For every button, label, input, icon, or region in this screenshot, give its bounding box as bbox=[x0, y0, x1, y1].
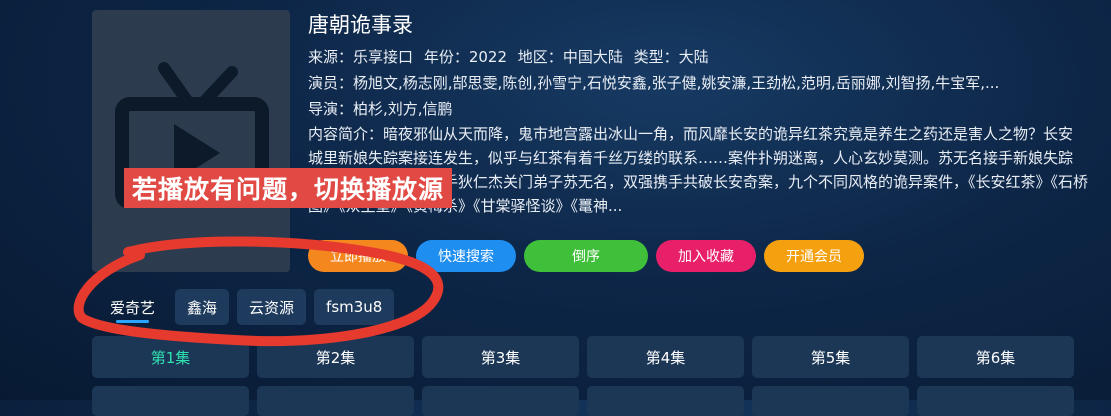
actors-row: 演员：杨旭文,杨志刚,郜思雯,陈创,孙雪宁,石悦安鑫,张子健,姚安濂,王劲松,范… bbox=[308, 70, 1088, 96]
year-label: 年份： bbox=[423, 48, 469, 66]
episode-6[interactable]: 第6集 bbox=[917, 336, 1074, 378]
source-tab-xinhai[interactable]: 鑫海 bbox=[175, 289, 230, 325]
add-favorite-button[interactable]: 加入收藏 bbox=[656, 240, 756, 272]
actors-label: 演员： bbox=[308, 74, 354, 92]
episode-row2-cell[interactable] bbox=[587, 386, 744, 416]
source-tab-fsm3u8[interactable]: fsm3u8 bbox=[314, 289, 395, 325]
poster-placeholder bbox=[92, 10, 290, 272]
type-value: 大陆 bbox=[678, 48, 709, 66]
play-button[interactable]: 立即播放 bbox=[308, 240, 408, 272]
source-tab-yunziyuan[interactable]: 云资源 bbox=[237, 289, 307, 325]
episode-3[interactable]: 第3集 bbox=[422, 336, 579, 378]
episode-row2-cell[interactable] bbox=[257, 386, 414, 416]
quick-search-button[interactable]: 快速搜索 bbox=[416, 240, 516, 272]
action-buttons: 立即播放 快速搜索 倒序 加入收藏 开通会员 bbox=[308, 240, 864, 272]
director-label: 导演： bbox=[308, 100, 354, 118]
actors-value: 杨旭文,杨志刚,郜思雯,陈创,孙雪宁,石悦安鑫,张子健,姚安濂,王劲松,范明,岳… bbox=[353, 74, 1000, 92]
episode-5[interactable]: 第5集 bbox=[752, 336, 909, 378]
vip-button[interactable]: 开通会员 bbox=[764, 240, 864, 272]
annotation-banner: 若播放有问题，切换播放源 bbox=[124, 168, 453, 208]
episode-list-next-row bbox=[92, 386, 1074, 416]
meta-row: 来源：乐享接口 年份：2022 地区：中国大陆 类型：大陆 bbox=[308, 44, 1088, 70]
year-value: 2022 bbox=[468, 48, 508, 66]
type-label: 类型： bbox=[633, 48, 679, 66]
episode-2[interactable]: 第2集 bbox=[257, 336, 414, 378]
source-value: 乐享接口 bbox=[353, 48, 414, 66]
director-value: 柏杉,刘方,信鹏 bbox=[353, 100, 453, 118]
region-value: 中国大陆 bbox=[562, 48, 623, 66]
source-tab-iqiyi[interactable]: 爱奇艺 bbox=[98, 289, 167, 325]
summary-label: 内容简介： bbox=[308, 125, 384, 143]
episode-4[interactable]: 第4集 bbox=[587, 336, 744, 378]
episode-row2-cell[interactable] bbox=[92, 386, 249, 416]
region-label: 地区： bbox=[517, 48, 563, 66]
video-title: 唐朝诡事录 bbox=[308, 13, 413, 37]
episode-row2-cell[interactable] bbox=[917, 386, 1074, 416]
source-label: 来源： bbox=[308, 48, 354, 66]
episode-list: 第1集 第2集 第3集 第4集 第5集 第6集 bbox=[92, 336, 1074, 378]
source-tabs: 爱奇艺 鑫海 云资源 fsm3u8 bbox=[98, 289, 395, 325]
director-row: 导演：柏杉,刘方,信鹏 bbox=[308, 96, 1088, 122]
episode-1[interactable]: 第1集 bbox=[92, 336, 249, 378]
episode-row2-cell[interactable] bbox=[422, 386, 579, 416]
episode-row2-cell[interactable] bbox=[752, 386, 909, 416]
reverse-order-button[interactable]: 倒序 bbox=[524, 240, 648, 272]
